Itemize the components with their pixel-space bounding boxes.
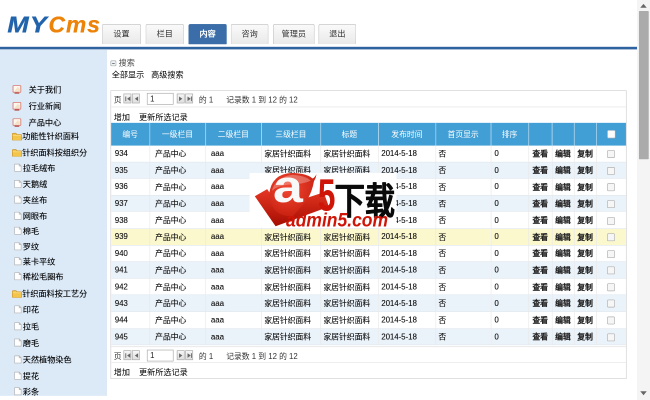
svg-text:a: a [273, 173, 304, 212]
svg-text:admin5.com: admin5.com [286, 210, 388, 228]
